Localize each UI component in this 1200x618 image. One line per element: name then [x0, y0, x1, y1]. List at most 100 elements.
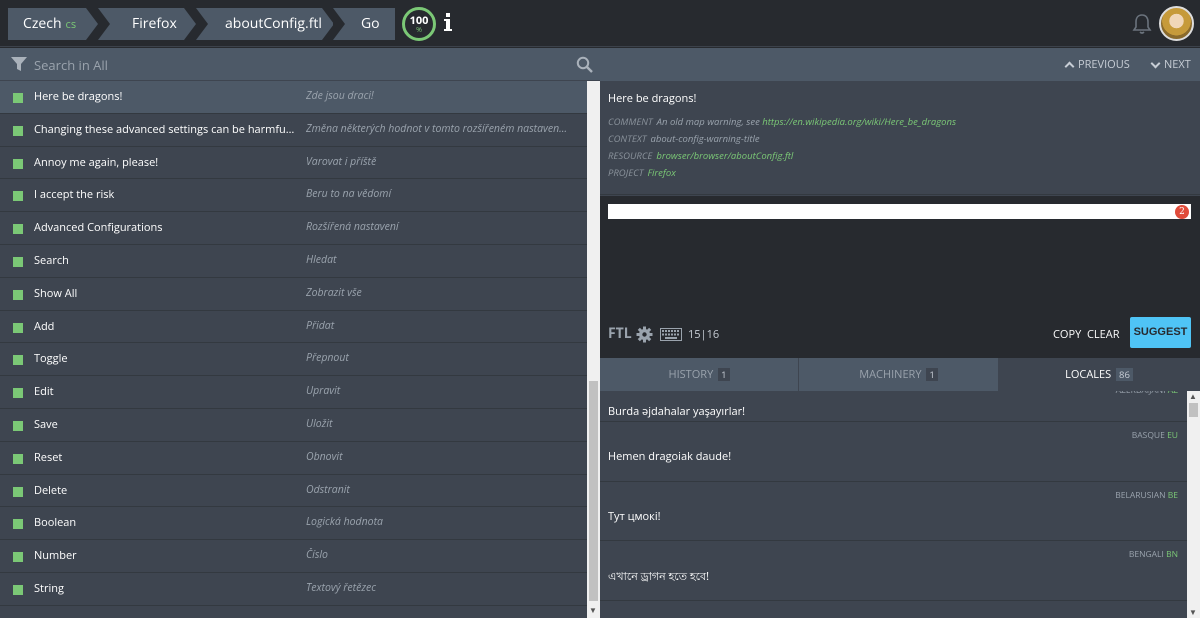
project-name: Firefox	[132, 14, 177, 33]
entity-row[interactable]: Show All Zobrazit vše	[0, 278, 587, 311]
entity-translation-text: Hledat	[306, 252, 337, 267]
filter-icon[interactable]	[11, 56, 27, 72]
comment-link[interactable]: https://en.wikipedia.org/wiki/Here_be_dr…	[762, 115, 956, 128]
entity-source-text: Reset	[34, 449, 63, 465]
entity-row[interactable]: Toggle Přepnout	[0, 343, 587, 377]
entity-row[interactable]: Annoy me again, please! Varovat i příště	[0, 147, 587, 180]
tab-machinery[interactable]: MACHINERY 1	[799, 358, 999, 391]
chevron-up-icon	[1064, 61, 1075, 72]
chevron-down-icon	[1150, 58, 1161, 69]
locale-translation-item[interactable]: AZERBAIJANI AZ Burda əjdahalar yaşayırlar…	[600, 391, 1187, 422]
tab-history[interactable]: HISTORY 1	[600, 358, 799, 391]
entity-row[interactable]: String Textový řetězec	[0, 573, 587, 606]
tab-locales-label: LOCALES	[1065, 367, 1112, 382]
locale-label: BELARUSIAN BE	[1115, 490, 1178, 501]
user-avatar[interactable]	[1159, 6, 1194, 41]
entity-row[interactable]: Number Číslo	[0, 540, 587, 573]
clear-button[interactable]: CLEAR	[1087, 327, 1120, 342]
locale-name: AZERBAIJANI	[1116, 391, 1166, 396]
resource-selector[interactable]: aboutConfig.ftl	[196, 8, 334, 40]
locale-code: BE	[1167, 489, 1178, 501]
entity-source-text: String	[34, 580, 64, 596]
previous-button[interactable]: PREVIOUS	[1064, 57, 1130, 72]
locale-translation-text: Burda əjdahalar yaşayırlar!	[608, 404, 745, 419]
entity-source-text: Save	[34, 416, 58, 432]
entity-row[interactable]: Add Přidat	[0, 311, 587, 344]
copy-button[interactable]: COPY	[1053, 327, 1081, 342]
tab-history-count: 1	[718, 368, 730, 381]
entity-source-text: I accept the risk	[34, 187, 115, 203]
search-input[interactable]	[34, 54, 564, 76]
entity-row[interactable]: Edit Upravit	[0, 376, 587, 409]
entity-row[interactable]: Boolean Logická hodnota	[0, 507, 587, 541]
character-counter: 15|16	[688, 327, 720, 342]
keyboard-icon[interactable]	[660, 328, 682, 341]
notification-bell-icon[interactable]	[1131, 13, 1153, 35]
locale-translation-item[interactable]: BASQUE EU Hemen dragoiak daude!	[600, 422, 1187, 482]
translated-status-icon	[13, 584, 23, 595]
entity-row[interactable]: Search Hledat	[0, 245, 587, 278]
tab-locales[interactable]: LOCALES 86	[999, 358, 1200, 391]
go-button[interactable]: Go	[333, 8, 395, 40]
top-navigation-bar: Czech cs Firefox aboutConfig.ftl Go 100 %	[0, 0, 1200, 47]
suggest-button[interactable]: SUGGEST	[1130, 317, 1191, 348]
tab-machinery-count: 1	[926, 368, 938, 381]
entity-source-text: Edit	[34, 384, 54, 400]
ftl-toggle[interactable]: FTL	[608, 324, 632, 343]
entity-list-scrollbar[interactable]: ▼	[587, 81, 600, 618]
translated-status-icon	[13, 125, 23, 136]
translated-status-icon	[13, 420, 23, 431]
locales-list: AZERBAIJANI AZ Burda əjdahalar yaşayırlar…	[600, 391, 1187, 618]
metadata-project: PROJECT Firefox	[608, 166, 676, 179]
go-label: Go	[361, 14, 380, 33]
entity-translation-text: Logická hodnota	[306, 515, 383, 530]
entity-source-text: Search	[34, 252, 69, 268]
resource-link[interactable]: browser/browser/aboutConfig.ftl	[656, 149, 793, 162]
comment-key: COMMENT	[608, 115, 653, 128]
locale-translation-item[interactable]: BELARUSIAN BE Тут цмокі!	[600, 482, 1187, 541]
locale-label: BASQUE EU	[1132, 430, 1178, 441]
locale-code: BN	[1166, 549, 1178, 560]
search-icon[interactable]	[576, 56, 593, 73]
metadata-context: CONTEXT about-config-warning-title	[608, 132, 760, 145]
locale-translation-text: এখানে ড্রাগন হতে হবে!	[608, 569, 710, 584]
translated-status-icon	[13, 486, 23, 497]
locale-translation-item[interactable]: BENGALI BN এখানে ড্রাগন হতে হবে!	[600, 541, 1187, 601]
entity-row[interactable]: Save Uložit	[0, 409, 587, 442]
locale-code: EU	[1167, 430, 1178, 441]
tab-machinery-label: MACHINERY	[859, 367, 922, 382]
entity-row[interactable]: Delete Odstranit	[0, 475, 587, 508]
project-selector[interactable]: Firefox	[98, 8, 196, 40]
locale-selector[interactable]: Czech cs	[8, 8, 98, 40]
entity-row[interactable]: I accept the risk Beru to na vědomí	[0, 179, 587, 213]
locale-name: BENGALI	[1128, 549, 1164, 560]
translated-status-icon	[13, 552, 23, 563]
locale-code: cs	[65, 17, 77, 32]
locale-name: BASQUE	[1131, 430, 1165, 441]
info-icon[interactable]	[443, 12, 453, 34]
locales-scrollbar[interactable]: ▲ ▼	[1187, 391, 1200, 618]
entity-row[interactable]: Advanced Configurations Rozšířená nastave…	[0, 212, 587, 245]
next-button[interactable]: NEXT	[1150, 57, 1191, 72]
entity-translation-text: Přidat	[306, 318, 335, 333]
entity-translation-text: Odstranit	[306, 482, 350, 497]
progress-sign: %	[416, 26, 422, 35]
entity-translation-text: Varovat i příště	[306, 154, 377, 169]
entity-source-text: Annoy me again, please!	[34, 154, 159, 170]
project-link[interactable]: Firefox	[647, 166, 675, 179]
resource-name: aboutConfig.ftl	[225, 14, 322, 33]
entity-row[interactable]: Changing these advanced settings can be …	[0, 114, 587, 147]
progress-indicator[interactable]: 100 %	[402, 7, 436, 41]
translated-status-icon	[13, 191, 23, 202]
entity-list: Here be dragons! Zde jsou draci! Changing …	[0, 81, 587, 618]
entity-row[interactable]: Here be dragons! Zde jsou draci!	[0, 81, 587, 114]
translation-input[interactable]	[608, 204, 1191, 219]
error-count-badge: 2	[1175, 205, 1189, 219]
gear-icon[interactable]	[636, 326, 653, 343]
entity-translation-text: Číslo	[306, 548, 328, 563]
entity-row[interactable]: Reset Obnovit	[0, 442, 587, 475]
entity-source-text: Delete	[34, 482, 68, 498]
context-value: about-config-warning-title	[650, 132, 760, 145]
tab-locales-count: 86	[1116, 368, 1133, 381]
translated-status-icon	[13, 519, 23, 530]
